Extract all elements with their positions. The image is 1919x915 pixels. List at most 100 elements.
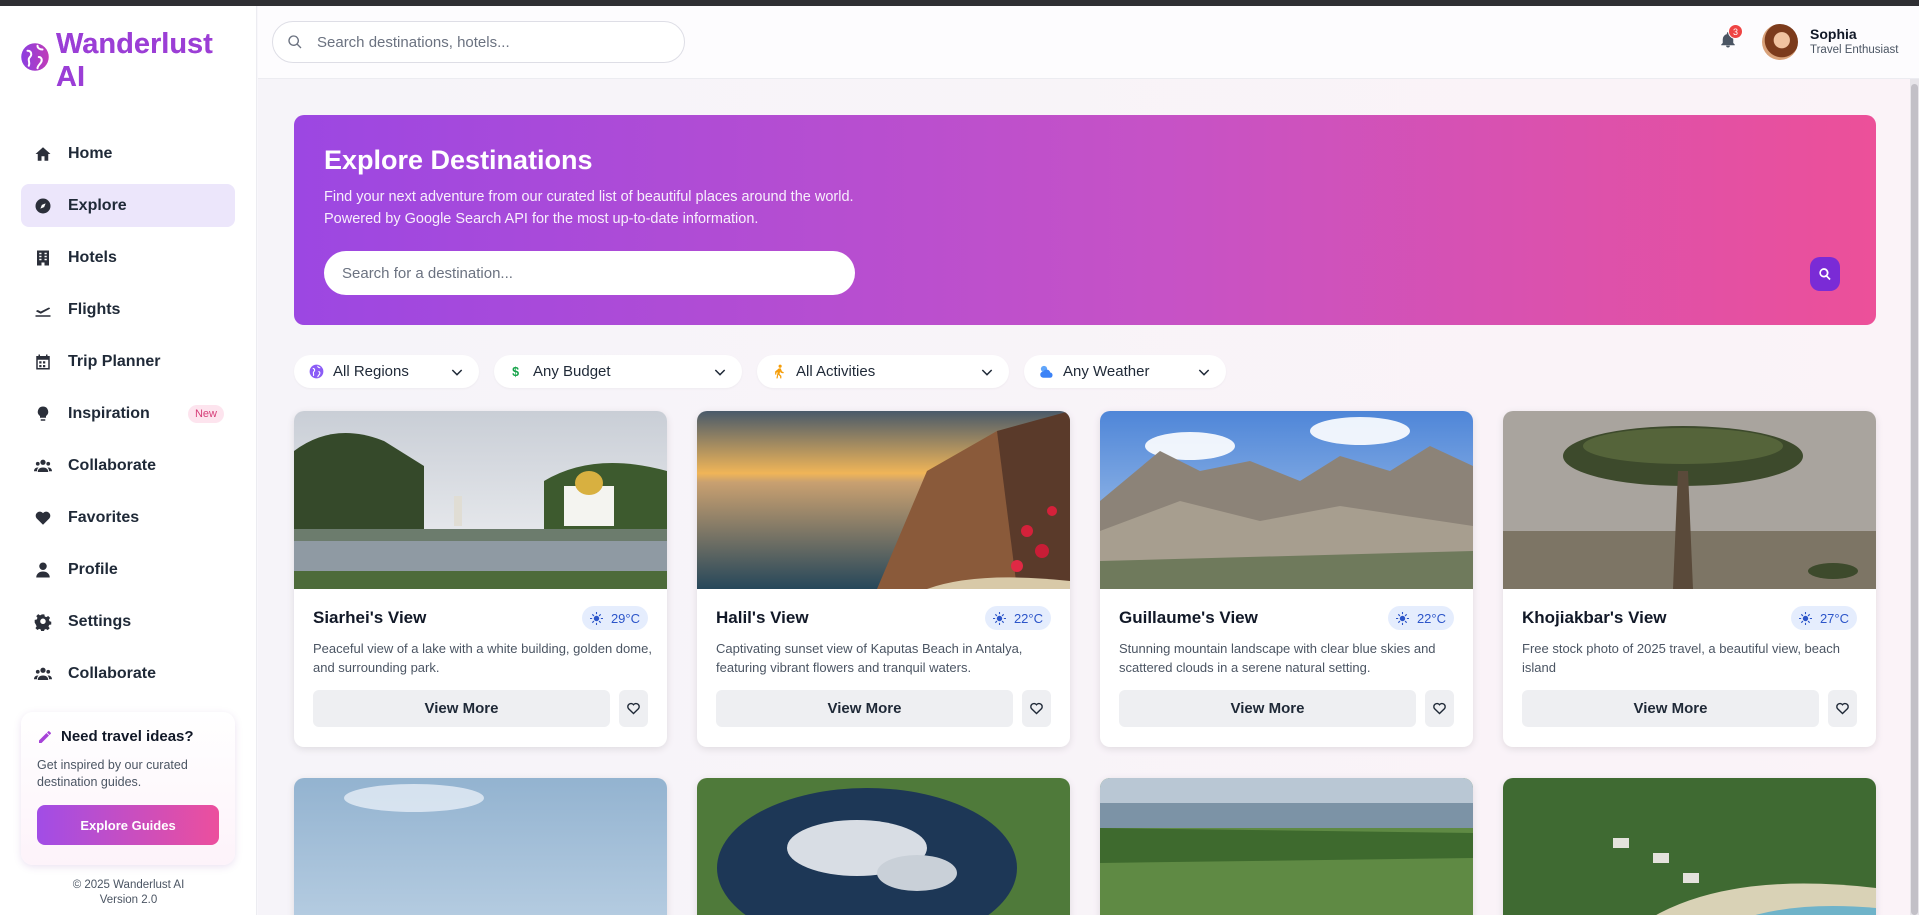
hotel-icon (34, 249, 52, 267)
sidebar-item-label: Collaborate (68, 664, 157, 682)
user-name[interactable]: Sophia (1810, 26, 1857, 42)
user-role: Travel Enthusiast (1810, 44, 1899, 56)
temperature-badge: 22°C (984, 606, 1051, 630)
destination-card[interactable]: Halil's View 22°C Captivating sunset vie… (697, 411, 1070, 747)
svg-text:$: $ (512, 365, 519, 379)
users-icon (34, 457, 52, 475)
sidebar-item-settings[interactable]: Settings (21, 600, 235, 643)
destination-card[interactable]: Siarhei's View 29°C Peaceful view of a l… (294, 411, 667, 747)
temperature-badge: 29°C (581, 606, 648, 630)
user-icon (34, 561, 52, 579)
sidebar-item-home[interactable]: Home (21, 132, 235, 175)
sun-icon (1395, 611, 1409, 625)
destination-card[interactable] (294, 778, 667, 915)
brand-name: Wanderlust AI (56, 28, 236, 94)
sidebar-item-explore[interactable]: Explore (21, 184, 235, 227)
favorite-button[interactable] (1828, 690, 1857, 727)
search-icon (1819, 268, 1831, 281)
global-search[interactable] (272, 21, 685, 63)
sidebar-item-label: Hotels (68, 248, 117, 266)
destination-image (697, 778, 1070, 915)
destination-card[interactable] (1100, 778, 1473, 915)
destination-search-button[interactable] (1810, 257, 1840, 291)
page-title: Explore Destinations (324, 145, 593, 175)
favorite-button[interactable] (619, 690, 648, 727)
global-search-input[interactable] (317, 33, 657, 51)
plane-icon (34, 301, 52, 319)
destination-image (697, 411, 1070, 589)
sidebar-item-flights[interactable]: Flights (21, 288, 235, 331)
view-more-button[interactable]: View More (716, 690, 1013, 727)
sidebar-item-collaborate[interactable]: Collaborate (21, 444, 235, 487)
view-more-button[interactable]: View More (1119, 690, 1416, 727)
chevron-down-icon (712, 364, 728, 380)
sidebar-item-label: Collaborate (68, 456, 157, 474)
card-title: Halil's View (716, 608, 809, 627)
globe-icon (308, 364, 324, 380)
hiking-icon (771, 364, 787, 380)
avatar[interactable] (1762, 24, 1798, 60)
destination-card[interactable]: Guillaume's View 22°C Stunning mountain … (1100, 411, 1473, 747)
weather-filter[interactable]: Any Weather (1024, 355, 1226, 388)
sidebar: Wanderlust AI Home Explore Hotels Flight… (0, 6, 257, 915)
users-icon (34, 665, 52, 683)
dollar-icon: $ (508, 364, 524, 380)
sidebar-item-profile[interactable]: Profile (21, 548, 235, 591)
sidebar-item-label: Profile (68, 560, 118, 578)
sidebar-item-inspiration[interactable]: Inspiration New (21, 392, 235, 435)
hero-subtitle: Find your next adventure from our curate… (324, 189, 854, 227)
hero-banner: Explore Destinations Find your next adve… (294, 115, 1876, 325)
window-top-bar (0, 0, 1919, 6)
promo-title: Need travel ideas? (37, 728, 219, 745)
region-filter[interactable]: All Regions (294, 355, 479, 388)
heart-outline-icon (1836, 702, 1849, 715)
calendar-icon (34, 353, 52, 371)
card-title: Siarhei's View (313, 608, 427, 627)
view-more-button[interactable]: View More (313, 690, 610, 727)
card-description: Peaceful view of a lake with a white bui… (313, 641, 652, 675)
notifications-button[interactable]: 3 (1719, 24, 1743, 50)
compass-icon (34, 197, 52, 215)
heart-outline-icon (1433, 702, 1446, 715)
view-more-button[interactable]: View More (1522, 690, 1819, 727)
weather-icon (1038, 364, 1054, 380)
sun-icon (992, 611, 1006, 625)
sidebar-item-collaborate-2[interactable]: Collaborate (21, 652, 235, 695)
chevron-down-icon (1196, 364, 1212, 380)
card-description: Free stock photo of 2025 travel, a beaut… (1522, 641, 1840, 675)
sidebar-item-trip-planner[interactable]: Trip Planner (21, 340, 235, 383)
chevron-down-icon (449, 364, 465, 380)
sidebar-item-hotels[interactable]: Hotels (21, 236, 235, 279)
sidebar-item-favorites[interactable]: Favorites (21, 496, 235, 539)
copyright: © 2025 Wanderlust AI Version 2.0 (72, 879, 185, 906)
temperature-badge: 22°C (1387, 606, 1454, 630)
card-title: Khojiakbar's View (1522, 608, 1667, 627)
brand[interactable]: Wanderlust AI (20, 28, 236, 94)
card-description: Stunning mountain landscape with clear b… (1119, 641, 1436, 675)
favorite-button[interactable] (1022, 690, 1051, 727)
chevron-down-icon (979, 364, 995, 380)
destination-search-input[interactable] (342, 264, 822, 282)
sidebar-item-label: Flights (68, 300, 121, 318)
pencil-icon (39, 730, 51, 743)
favorite-button[interactable] (1425, 690, 1454, 727)
new-badge: New (187, 404, 224, 423)
destination-image (294, 778, 667, 915)
destination-card[interactable]: Khojiakbar's View 27°C Free stock photo … (1503, 411, 1876, 747)
budget-filter[interactable]: $ Any Budget (494, 355, 742, 388)
sidebar-item-label: Inspiration (68, 404, 150, 422)
lightbulb-icon (34, 405, 52, 423)
sidebar-item-label: Trip Planner (68, 352, 161, 370)
card-description: Captivating sunset view of Kaputas Beach… (716, 641, 1023, 675)
destination-card[interactable] (1503, 778, 1876, 915)
sidebar-item-label: Favorites (68, 508, 140, 526)
sun-icon (1798, 611, 1812, 625)
explore-guides-button[interactable]: Explore Guides (37, 805, 219, 845)
activities-filter[interactable]: All Activities (757, 355, 1009, 388)
destination-search[interactable] (324, 251, 855, 295)
destination-image (1100, 411, 1473, 589)
heart-outline-icon (1030, 702, 1043, 715)
scrollbar-thumb[interactable] (1911, 84, 1918, 915)
destination-card[interactable] (697, 778, 1070, 915)
search-icon (288, 35, 302, 49)
